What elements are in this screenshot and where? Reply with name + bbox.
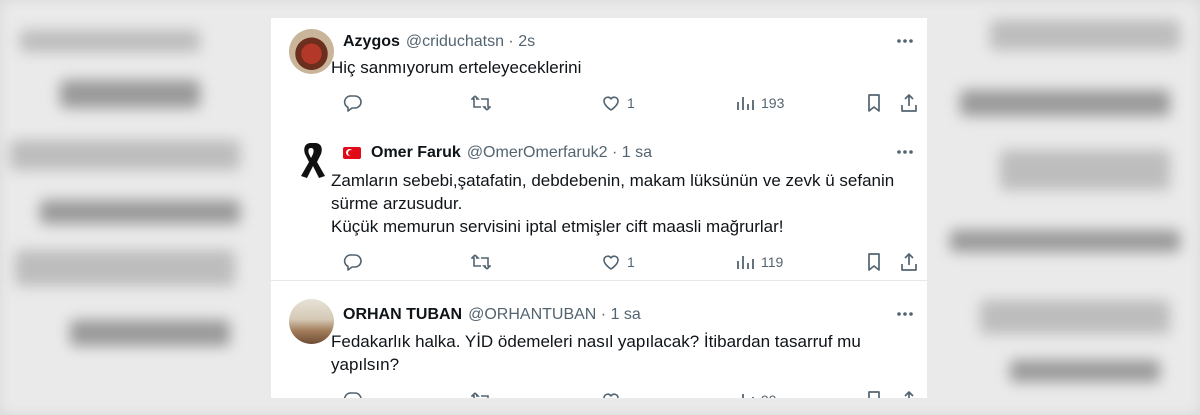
- share-icon: [904, 391, 914, 398]
- bookmark-icon: [868, 391, 880, 398]
- bookmark-icon: [868, 253, 880, 271]
- views-icon: [737, 97, 754, 110]
- like-icon: [603, 393, 619, 398]
- retweet-button[interactable]: [471, 250, 491, 274]
- avatar[interactable]: [289, 29, 334, 74]
- tweet-thread: Azygos @criduchatsn · 2s Hiç sanmıyorum …: [271, 18, 927, 398]
- views-button[interactable]: 119: [735, 250, 783, 274]
- bookmark-button[interactable]: [864, 388, 884, 398]
- like-button[interactable]: [601, 388, 627, 398]
- bookmark-button[interactable]: [864, 91, 884, 115]
- more-icon[interactable]: [895, 31, 915, 51]
- tweet-text-line: Zamların sebebi,şatafatin, debdebenin, m…: [331, 171, 895, 190]
- share-button[interactable]: [899, 388, 919, 398]
- share-button[interactable]: [899, 250, 919, 274]
- reply-icon: [343, 254, 362, 271]
- tweet-text-line: Küçük memurun servisini iptal etmişler c…: [331, 217, 784, 236]
- more-icon[interactable]: [895, 142, 915, 162]
- tweet-header: Azygos @criduchatsn · 2s: [343, 31, 535, 53]
- tweet-text-line: sürme arzusudur.: [331, 194, 463, 213]
- bookmark-icon: [868, 94, 880, 112]
- tweet-actions: 99: [331, 388, 919, 398]
- reply-icon: [343, 95, 362, 112]
- retweet-icon: [471, 392, 489, 398]
- tweet-header: ORHAN TUBAN @ORHANTUBAN · 1 sa: [343, 304, 641, 326]
- tweet-text: Hiç sanmıyorum erteleyeceklerini: [331, 56, 581, 79]
- view-count: 119: [761, 254, 784, 270]
- view-count: 99: [761, 392, 777, 398]
- views-icon: [737, 256, 754, 269]
- tweet-header: Omer Faruk @OmerOmerfaruk2 · 1 sa: [343, 142, 652, 164]
- retweet-button[interactable]: [471, 91, 491, 115]
- share-button[interactable]: [899, 91, 919, 115]
- black-ribbon-icon: [301, 143, 325, 178]
- retweet-icon: [471, 254, 491, 270]
- reply-button[interactable]: [343, 250, 363, 274]
- reply-button[interactable]: [343, 388, 363, 398]
- view-count: 193: [761, 95, 785, 111]
- tweet-text-line: Fedakarlık halka. YİD ödemeleri nasıl ya…: [331, 332, 861, 351]
- views-icon: [742, 394, 754, 398]
- tweet-text: Zamların sebebi,şatafatin, debdebenin, m…: [331, 169, 894, 238]
- tweet-text-line: Hiç sanmıyorum erteleyeceklerini: [331, 58, 582, 77]
- views-button[interactable]: 193: [735, 91, 784, 115]
- like-icon: [603, 96, 619, 111]
- author-name[interactable]: Azygos: [343, 33, 400, 51]
- tweet-item[interactable]: Omer Faruk @OmerOmerfaruk2 · 1 sa Zamlar…: [271, 126, 927, 276]
- avatar[interactable]: [289, 136, 334, 181]
- reply-button[interactable]: [343, 91, 363, 115]
- retweet-button[interactable]: [471, 388, 491, 398]
- tweet-item[interactable]: ORHAN TUBAN @ORHANTUBAN · 1 sa Fedakarlı…: [271, 281, 927, 398]
- share-icon: [901, 253, 917, 271]
- retweet-icon: [471, 95, 491, 111]
- author-handle-time[interactable]: @OmerOmerfaruk2 · 1 sa: [467, 144, 652, 162]
- more-icon[interactable]: [895, 304, 915, 324]
- like-button[interactable]: 1: [601, 91, 635, 115]
- author-name[interactable]: Omer Faruk: [371, 144, 461, 162]
- tweet-item[interactable]: Azygos @criduchatsn · 2s Hiç sanmıyorum …: [271, 18, 927, 126]
- views-button[interactable]: 99: [735, 388, 777, 398]
- author-name[interactable]: ORHAN TUBAN: [343, 306, 462, 324]
- tweet-actions: 1 119: [331, 250, 919, 274]
- like-icon: [603, 255, 619, 270]
- turkey-flag-icon: [343, 147, 361, 159]
- tweet-text-line: yapılsın?: [331, 355, 400, 374]
- tweet-text: Fedakarlık halka. YİD ödemeleri nasıl ya…: [331, 330, 861, 376]
- like-button[interactable]: 1: [601, 250, 635, 274]
- bookmark-button[interactable]: [864, 250, 884, 274]
- share-icon: [901, 94, 917, 112]
- like-count: 1: [627, 254, 635, 270]
- author-handle-time[interactable]: @ORHANTUBAN · 1 sa: [468, 306, 641, 324]
- like-count: 1: [627, 95, 635, 111]
- author-handle-time[interactable]: @criduchatsn · 2s: [406, 33, 535, 51]
- reply-icon: [343, 392, 362, 398]
- avatar[interactable]: [289, 299, 334, 344]
- tweet-actions: 1 193: [331, 91, 919, 115]
